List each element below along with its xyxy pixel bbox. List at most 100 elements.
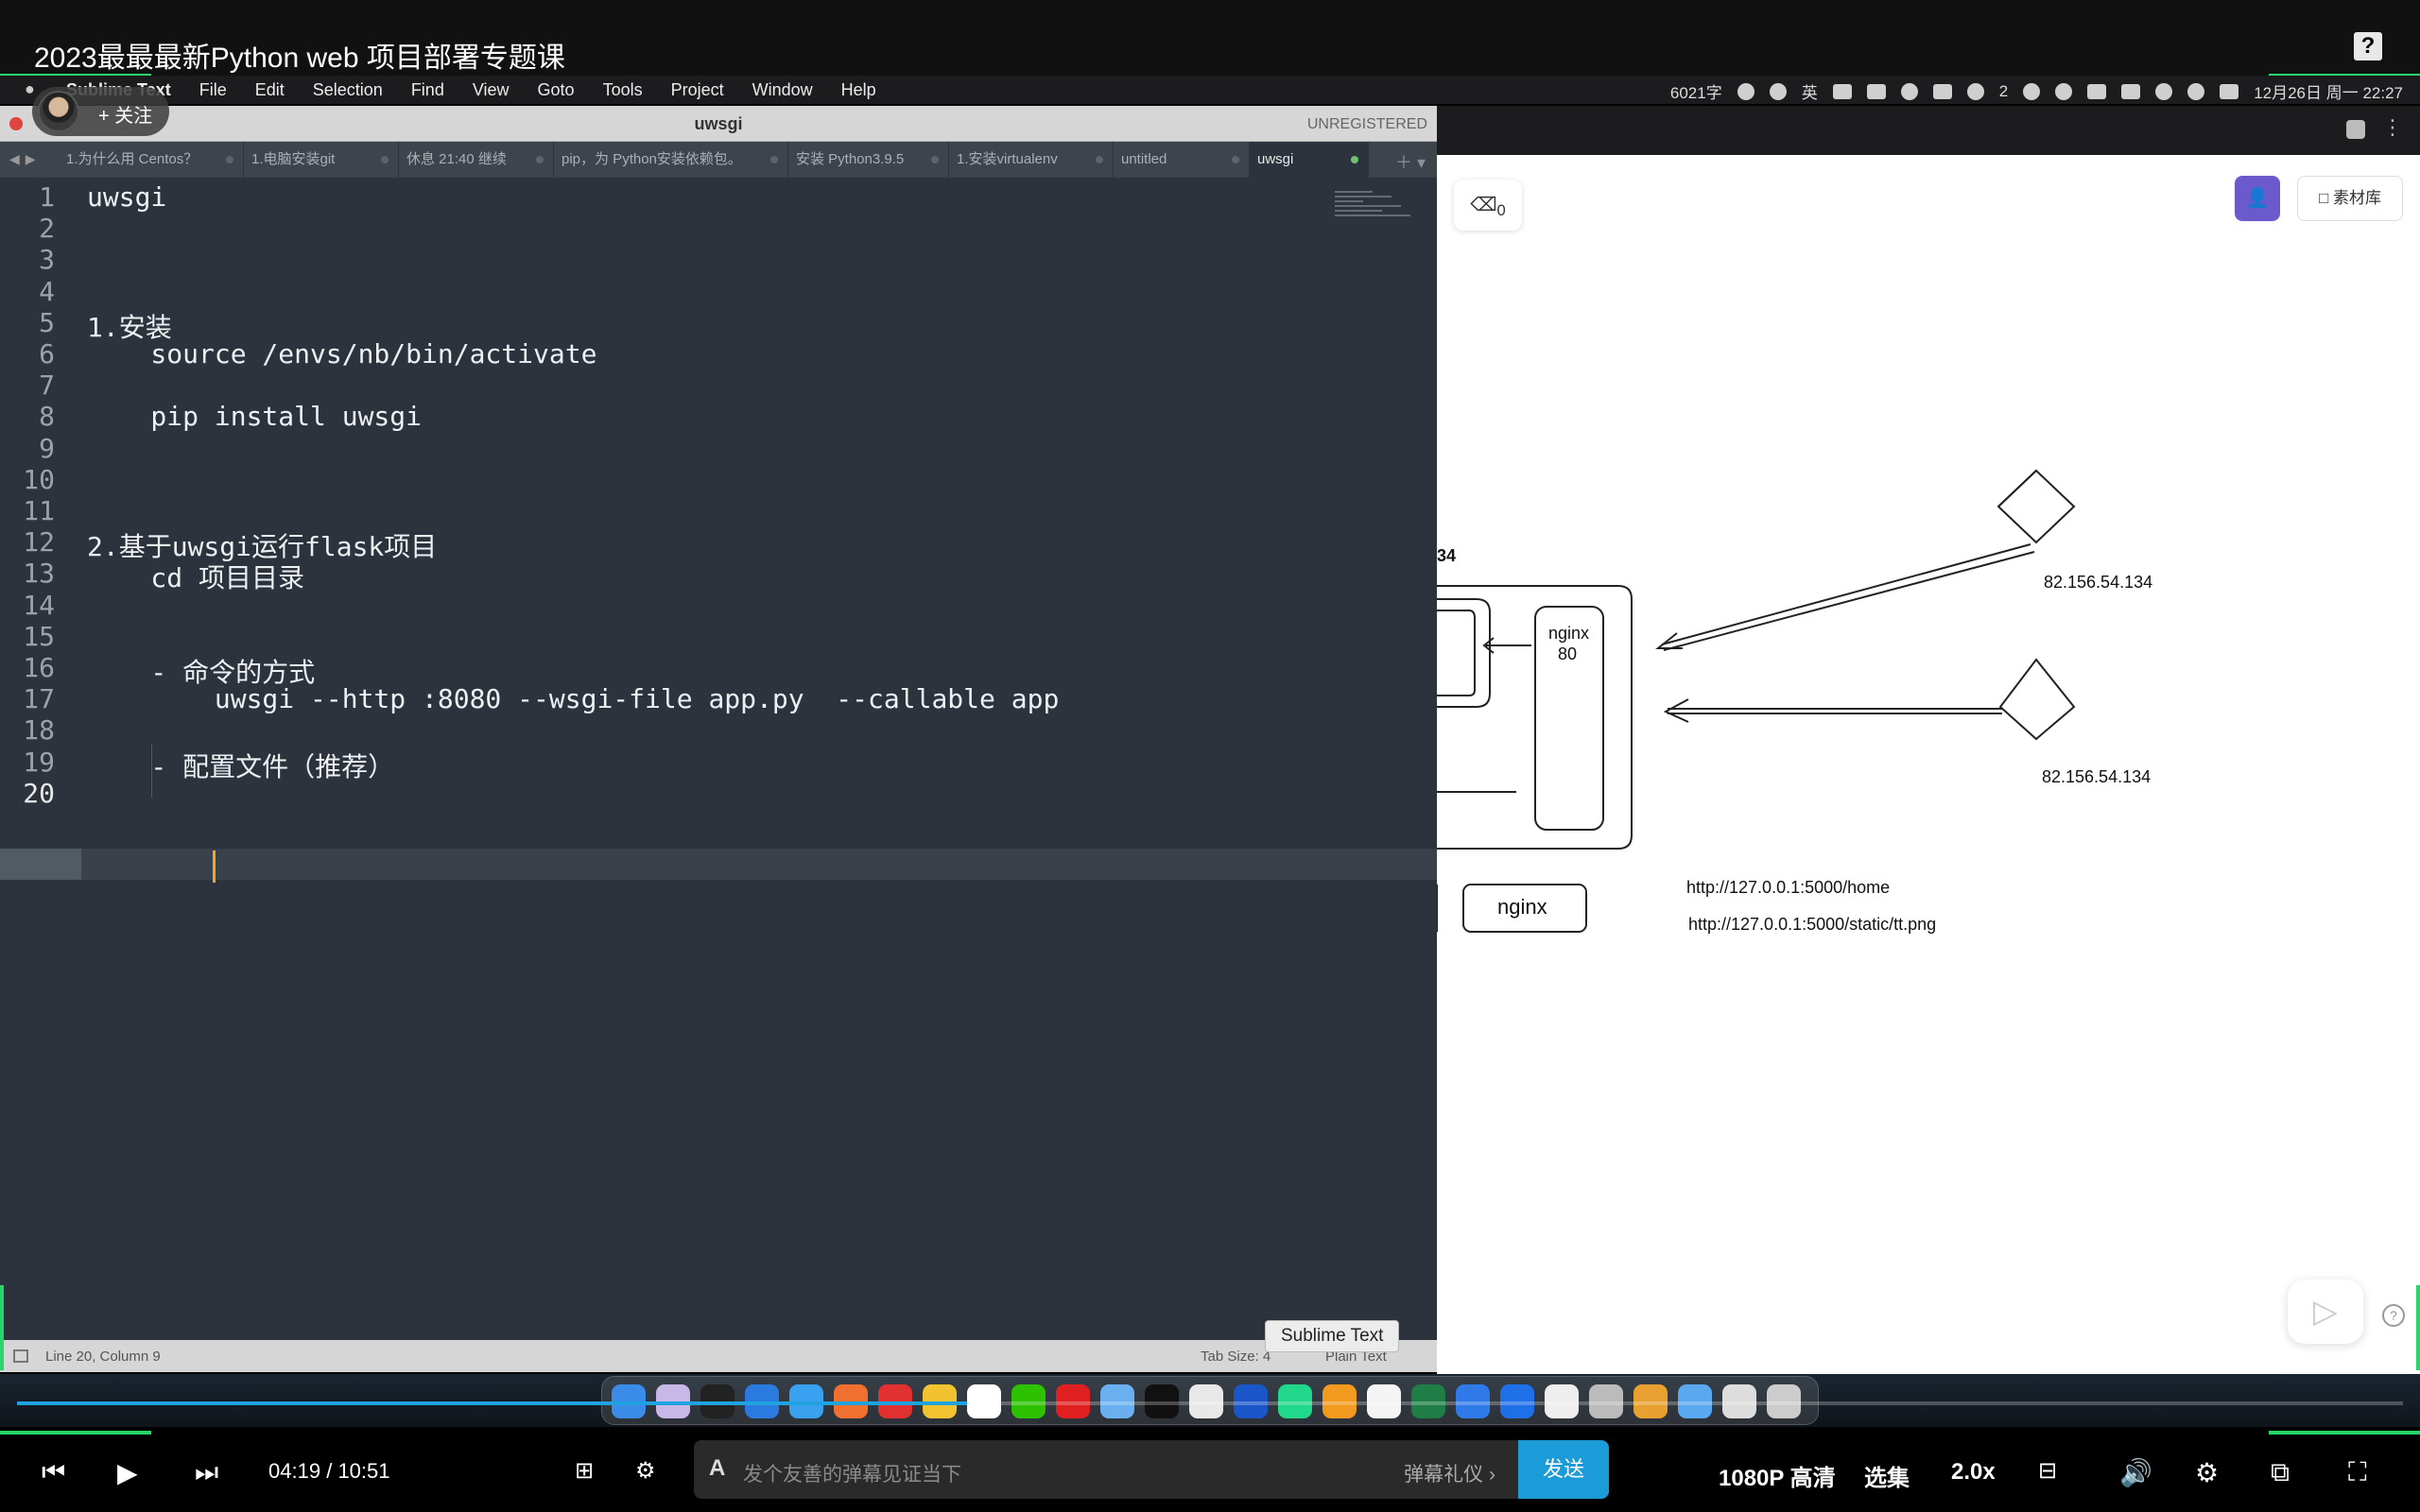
menu-selection[interactable]: Selection [313,80,383,100]
bluetooth-icon[interactable] [2055,82,2073,100]
tab-untitled[interactable]: untitled [1114,142,1250,178]
font-style-icon[interactable]: A [709,1455,725,1482]
avatar[interactable] [38,91,79,132]
danmaku-input[interactable]: A 发个友善的弹幕见证当下 弹幕礼仪 › [694,1440,1609,1499]
emoji-icon[interactable] [1737,82,1754,100]
menu-goto[interactable]: Goto [538,80,575,100]
panel-toggle-icon[interactable] [13,1349,28,1363]
menu-window[interactable]: Window [752,80,813,100]
spotlight-icon[interactable] [2187,82,2205,100]
line-number[interactable]: 11 [0,495,55,526]
word-count[interactable]: 6021字 [1670,79,1722,103]
line-number[interactable]: 19 [0,747,55,778]
line-number[interactable]: 4 [0,276,55,307]
play-icon[interactable]: ▶ [117,1457,138,1488]
picture-in-picture-icon[interactable]: ⧉ [2271,1457,2290,1488]
keyboard-icon[interactable] [1932,83,1952,99]
microphone-icon[interactable] [1769,82,1787,100]
more-icon[interactable]: ⋮ [2382,115,2403,140]
tab-break[interactable]: 休息 21:40 继续 [399,142,554,178]
tab-pip[interactable]: pip，为 Python安装依赖包。 [554,142,788,178]
line-number[interactable]: 14 [0,590,55,621]
eraser-tool[interactable]: ⌫0 [1454,180,1522,231]
tab-uwsgi[interactable]: uwsgi [1250,142,1369,178]
quality-selector[interactable]: 1080P 高清 [1719,1459,1836,1492]
sublime-window: uwsgi UNREGISTERED ◀▶ 1.为什么用 Centos？ 1.电… [0,106,1437,1372]
danmaku-placeholder: 发个友善的弹幕见证当下 [743,1464,961,1486]
navigation-icon[interactable] [1900,82,1918,100]
line-number[interactable]: 6 [0,338,55,369]
danmaku-toggle-icon[interactable]: ⊞ [575,1457,594,1485]
menu-project[interactable]: Project [671,80,724,100]
tab-centos[interactable]: 1.为什么用 Centos？ [59,142,244,178]
menu-edit[interactable]: Edit [255,80,285,100]
screen-record-icon[interactable] [1832,83,1852,99]
wechat-icon[interactable] [1966,82,1984,100]
volume-icon[interactable]: 🔊 [2119,1457,2152,1488]
tab-size[interactable]: Tab Size: 4 [1201,1349,1270,1365]
whiteboard[interactable]: 34 nginx 80 nginx 82.156.54.134 82.156.5… [1437,155,2420,1374]
battery-icon[interactable] [2121,83,2141,99]
danmaku-settings-icon[interactable]: ⚙ [635,1457,656,1485]
progress-bar[interactable] [17,1401,2403,1405]
menu-help[interactable]: Help [841,80,876,100]
settings-icon[interactable]: ⚙ [2195,1457,2219,1488]
line-number[interactable]: 7 [0,369,55,401]
code-line[interactable]: cd 项目目录 [87,558,304,595]
line-number[interactable]: 5 [0,307,55,338]
line-number[interactable]: 12 [0,526,55,558]
line-number[interactable]: 8 [0,401,55,432]
help-button[interactable]: ? [2354,32,2382,60]
control-center-icon[interactable] [2220,83,2239,99]
previous-icon[interactable]: ⏮ [42,1457,65,1488]
line-number[interactable]: 18 [0,714,55,746]
tab-git[interactable]: 1.电脑安装git [244,142,399,178]
send-button[interactable]: 发送 [1518,1440,1609,1499]
volume-icon[interactable] [2023,82,2041,100]
menubar-datetime[interactable]: 12月26日 周一 22:27 [2254,79,2403,103]
sync-icon[interactable] [2087,83,2107,99]
code-line[interactable]: pip install uwsgi [87,401,422,432]
apple-icon[interactable]: ● [25,79,35,99]
minimap[interactable] [1335,191,1420,266]
extension-icon[interactable] [2346,120,2365,139]
wifi-icon[interactable] [2155,82,2173,100]
line-number[interactable]: 16 [0,652,55,683]
people-icon[interactable]: 👤 [2235,176,2280,221]
menu-view[interactable]: View [473,80,510,100]
material-library-button[interactable]: □ 素材库 [2297,176,2403,221]
current-time: 04:19 [268,1459,321,1483]
cloud-app-icon[interactable] [1866,83,1886,99]
speed-selector[interactable]: 2.0x [1951,1459,1996,1486]
menu-tools[interactable]: Tools [603,80,643,100]
episodes-button[interactable]: 选集 [1864,1459,1910,1492]
line-number[interactable]: 15 [0,621,55,652]
tab-virtualenv[interactable]: 1.安装virtualenv [949,142,1114,178]
code-editor[interactable]: 1 uwsgi 2 3 4 5 1.安装 6 source /envs/nb/bin/acti… [0,178,1437,1340]
line-number[interactable]: 20 [0,778,55,809]
line-number[interactable]: 3 [0,244,55,275]
subtitle-icon[interactable]: ⊟ [2038,1457,2057,1485]
line-number[interactable]: 13 [0,558,55,589]
menu-find[interactable]: Find [411,80,444,100]
follow-label[interactable]: + 关注 [98,100,152,128]
fullscreen-icon[interactable]: ⛶ [2348,1457,2367,1488]
input-method-indicator[interactable]: 英 [1802,79,1818,103]
line-number[interactable]: 9 [0,433,55,464]
tab-nav-arrows-icon[interactable]: ◀▶ [9,151,42,167]
danmaku-etiquette-link[interactable]: 弹幕礼仪 › [1404,1459,1495,1487]
play-overlay-icon[interactable]: ▷ [2288,1280,2363,1344]
line-number[interactable]: 1 [0,181,55,213]
help-circle-icon[interactable]: ? [2382,1304,2405,1327]
line-number[interactable]: 17 [0,683,55,714]
next-icon[interactable]: ⏭ [195,1457,218,1488]
line-number[interactable]: 2 [0,213,55,244]
code-line[interactable]: - 配置文件（推荐） [87,747,394,784]
add-tab-icon[interactable]: ＋ ▾ [1395,149,1426,174]
code-line[interactable]: source /envs/nb/bin/activate [87,338,596,369]
line-number[interactable]: 10 [0,464,55,495]
code-line[interactable]: uwsgi --http :8080 --wsgi-file app.py --… [87,683,1059,714]
code-line[interactable]: uwsgi [87,181,166,213]
menu-file[interactable]: File [199,80,227,100]
tab-python[interactable]: 安装 Python3.9.5 [788,142,949,178]
